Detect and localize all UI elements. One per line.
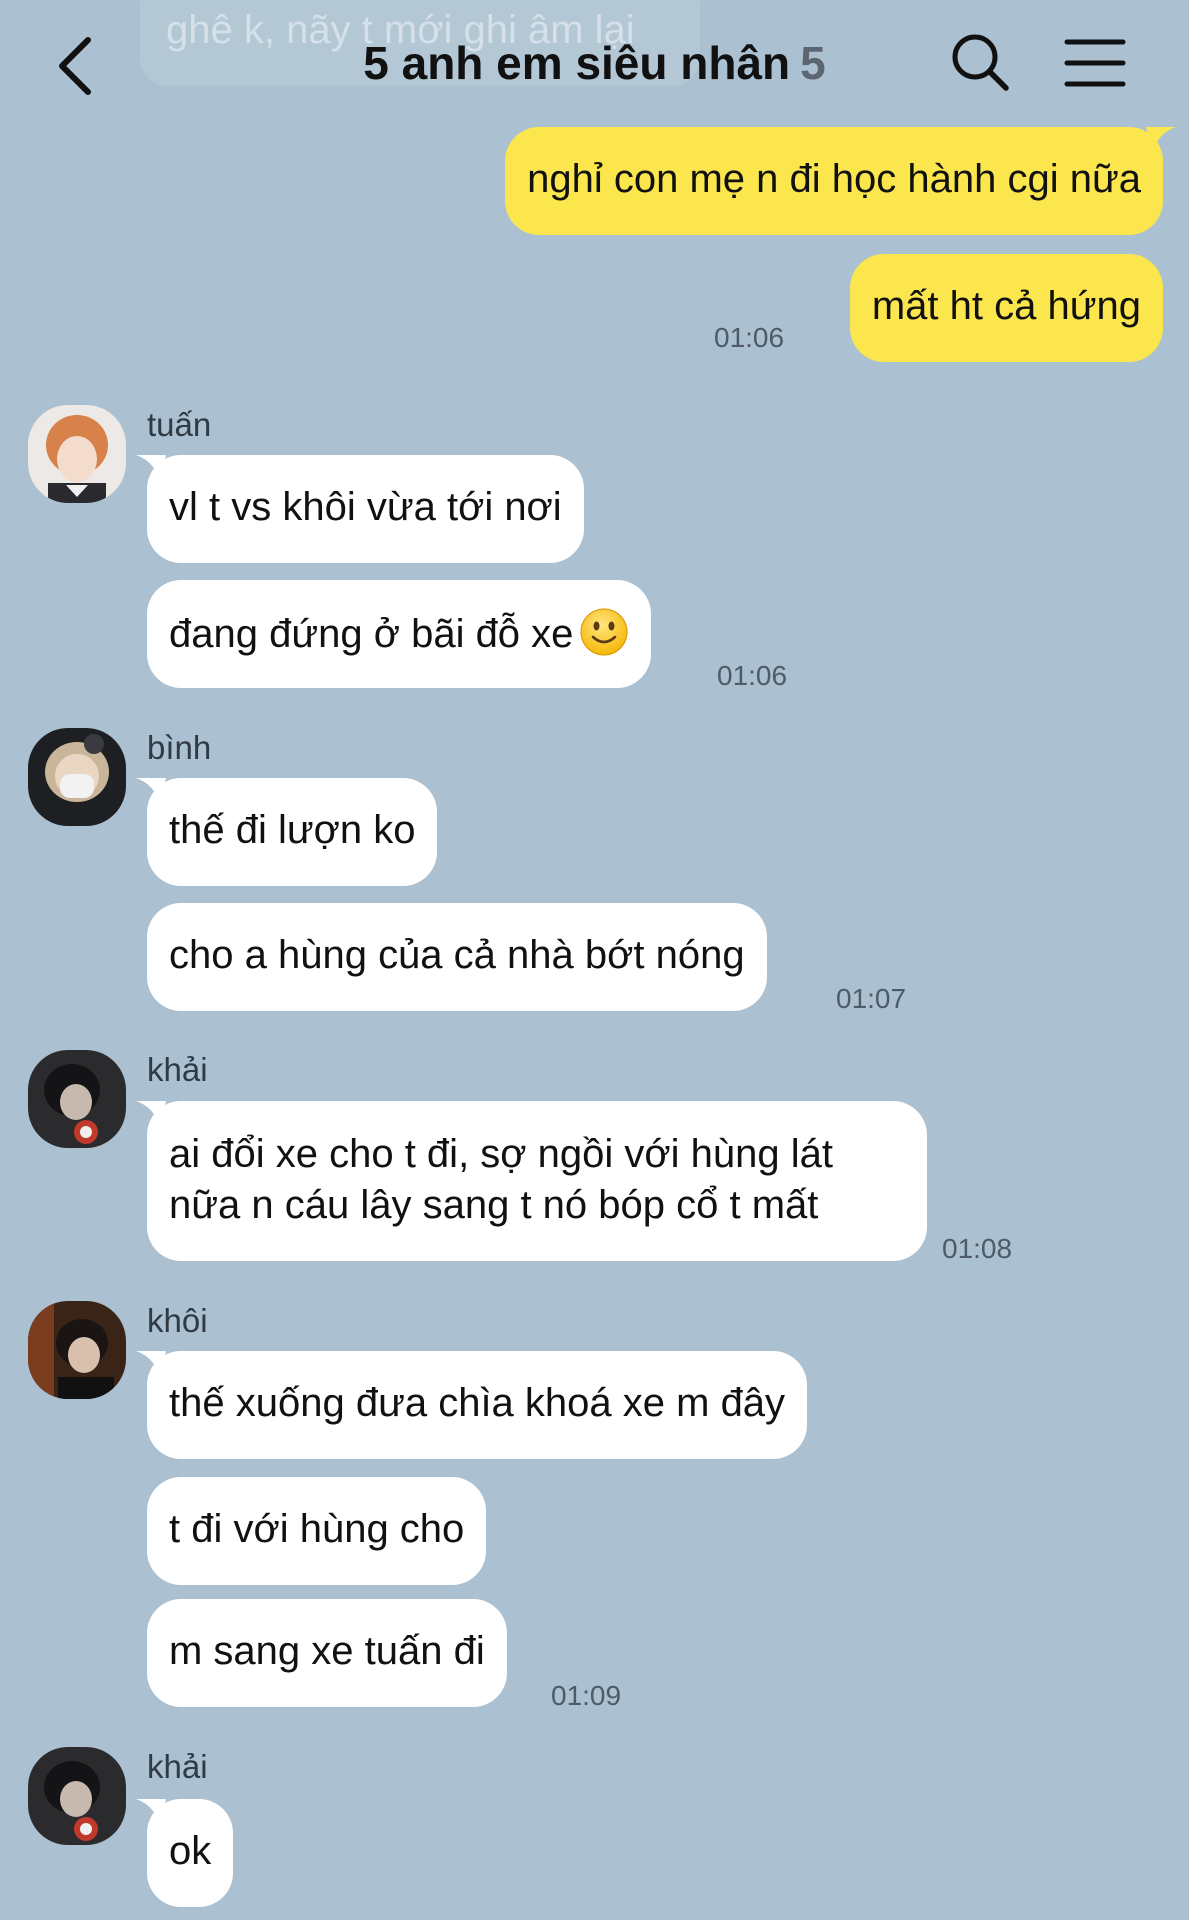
menu-button[interactable] [1062, 30, 1128, 96]
search-button[interactable] [948, 30, 1014, 96]
message-text: ok [169, 1829, 212, 1873]
incoming-message-bubble[interactable]: vl t vs khôi vừa tới nơi [147, 455, 584, 563]
avatar[interactable] [28, 405, 126, 503]
avatar[interactable] [28, 1747, 126, 1845]
message-timestamp: 01:07 [836, 983, 907, 1014]
avatar-image [28, 728, 126, 826]
message-timestamp: 01:09 [551, 1680, 622, 1711]
avatar-image [28, 1050, 126, 1148]
avatar[interactable] [28, 1050, 126, 1148]
incoming-message-bubble[interactable]: thế xuống đưa chìa khoá xe m đây [147, 1351, 808, 1459]
message-text: mất ht cả hứng [871, 284, 1141, 328]
sender-name: khôi [147, 1302, 208, 1339]
sender-name: khải [147, 1748, 208, 1785]
message-timestamp: 01:08 [942, 1233, 1013, 1264]
message-text: t đi với hùng cho [169, 1507, 465, 1551]
avatar[interactable] [28, 728, 126, 826]
incoming-message-bubble[interactable]: m sang xe tuấn đi [147, 1599, 507, 1707]
message-text: m sang xe tuấn đi [169, 1629, 485, 1673]
incoming-message-bubble[interactable]: thế đi lượn ko [147, 778, 438, 886]
avatar-image [28, 1301, 126, 1399]
message-text: vl t vs khôi vừa tới nơi [169, 485, 562, 529]
message-text: thế xuống đưa chìa khoá xe m đây [169, 1381, 786, 1425]
avatar-image [28, 1747, 126, 1845]
message-text: đang đứng ở bãi đỗ xe [169, 612, 574, 656]
sender-name: bình [147, 729, 212, 766]
outgoing-message-bubble[interactable]: mất ht cả hứng [849, 254, 1163, 362]
bubble-tail [1146, 127, 1176, 153]
hamburger-menu-icon [1064, 39, 1126, 87]
message-text: thế đi lượn ko [169, 808, 416, 852]
avatar-image [28, 405, 126, 503]
chat-title: 5 anh em siêu nhân [363, 37, 791, 89]
message-timestamp: 01:06 [717, 660, 788, 691]
incoming-message-bubble[interactable]: cho a hùng của cả nhà bớt nóng [147, 903, 767, 1011]
incoming-message-bubble[interactable]: đang đứng ở bãi đỗ xe [147, 580, 652, 688]
message-timestamp: 01:06 [714, 322, 785, 353]
message-text: cho a hùng của cả nhà bớt nóng [169, 933, 745, 977]
chat-header: 5 anh em siêu nhân 5 [0, 0, 1189, 130]
sender-name: khải [147, 1051, 208, 1088]
message-text: ai đổi xe cho t đi, sợ ngồi với hùng lát… [169, 1132, 833, 1227]
avatar[interactable] [28, 1301, 126, 1399]
incoming-message-bubble[interactable]: t đi với hùng cho [147, 1477, 487, 1585]
incoming-message-bubble[interactable]: ok [147, 1799, 234, 1907]
slightly-smiling-face-icon [580, 608, 628, 656]
search-icon [952, 34, 1009, 91]
sender-name: tuấn [147, 406, 212, 443]
outgoing-message-bubble[interactable]: nghỉ con mẹ n đi học hành cgi nữa [505, 127, 1163, 235]
message-text: nghỉ con mẹ n đi học hành cgi nữa [527, 157, 1141, 201]
member-count: 5 [800, 37, 826, 89]
incoming-message-bubble[interactable]: ai đổi xe cho t đi, sợ ngồi với hùng lát… [147, 1101, 927, 1261]
